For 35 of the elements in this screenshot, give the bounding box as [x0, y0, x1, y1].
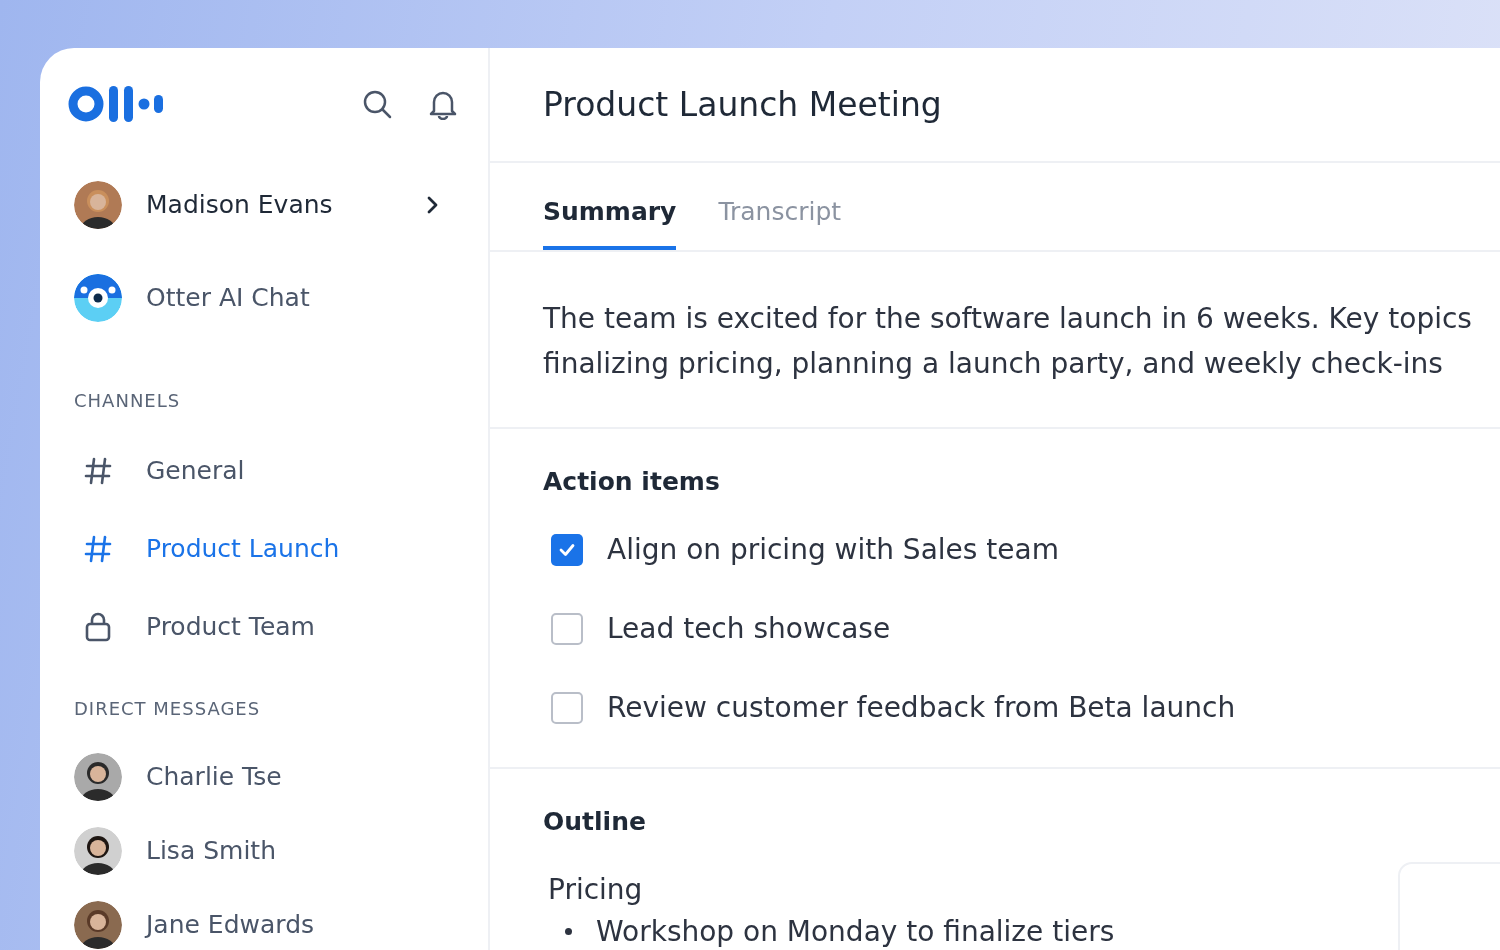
contact-name[interactable]: Charlie Tse	[146, 758, 282, 796]
contact-name[interactable]: Jane Edwards	[146, 906, 315, 944]
bullet-icon	[565, 928, 572, 935]
checkbox[interactable]	[551, 613, 583, 645]
avatar	[74, 901, 122, 949]
search-icon[interactable]	[362, 89, 392, 119]
section-heading: CHANNELS	[74, 388, 182, 413]
avatar	[74, 753, 122, 801]
action-item-text: Review customer feedback from Beta launch	[607, 690, 1236, 726]
outline-bullet-text: Workshop on Monday to finalize tiers	[596, 913, 1115, 950]
chevron-right-icon[interactable]	[426, 195, 440, 215]
hash-icon	[84, 534, 112, 564]
section-heading: DIRECT MESSAGES	[74, 696, 262, 721]
outline-topic: Pricing	[548, 871, 644, 908]
summary-text: finalizing pricing, planning a launch party, and weekly check-ins	[543, 346, 1444, 382]
tab[interactable]: Summary	[543, 192, 677, 250]
checkbox[interactable]	[551, 692, 583, 724]
ai-assistant-icon	[74, 274, 122, 322]
user-name[interactable]: Madison Evans	[146, 186, 333, 224]
section-heading: Outline	[543, 806, 647, 838]
checkbox[interactable]	[551, 534, 583, 566]
summary-text: The team is excited for the software launch in 6 weeks. Key topics	[543, 301, 1473, 337]
contact-name[interactable]: Lisa Smith	[146, 832, 276, 870]
avatar	[74, 181, 122, 229]
meeting-title: Product Launch Meeting	[490, 48, 1500, 163]
action-item-text: Align on pricing with Sales team	[607, 532, 1059, 568]
channel-item[interactable]: Product Launch	[146, 530, 340, 568]
lock-icon	[85, 612, 111, 642]
ai-chat-link[interactable]: Otter AI Chat	[146, 279, 310, 317]
avatar	[74, 827, 122, 875]
channel-item[interactable]: Product Team	[146, 608, 315, 646]
section-heading: Action items	[543, 466, 721, 498]
hash-icon	[84, 456, 112, 486]
action-item-text: Lead tech showcase	[607, 611, 891, 647]
channel-item[interactable]: General	[146, 452, 245, 490]
